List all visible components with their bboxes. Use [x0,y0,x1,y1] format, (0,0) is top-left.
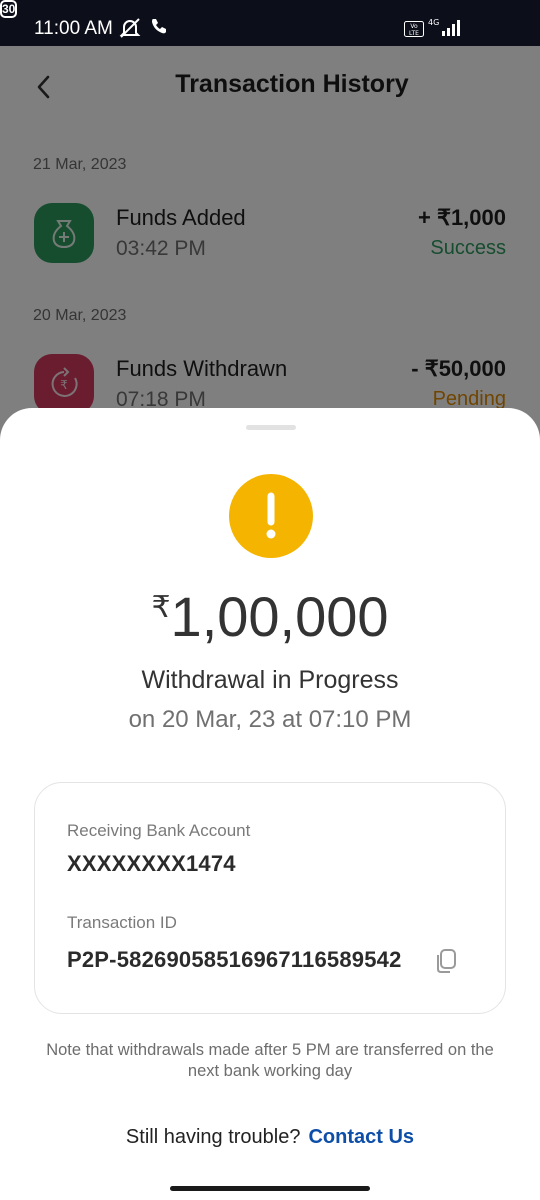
exclamation-icon [229,474,313,558]
currency-symbol: ₹ [151,591,171,624]
bank-account-label: Receiving Bank Account [67,821,251,840]
signal-icon: 4G [428,18,462,43]
battery-icon: 30 [0,0,18,18]
mute-bell-icon [118,17,142,44]
transaction-id-value: P2P-58269058516967116589542 [67,947,402,972]
svg-text:LTE: LTE [409,30,419,37]
withdrawal-details-sheet: ₹1,00,000 Withdrawal in Progress on 20 M… [0,408,540,1200]
withdrawal-amount: ₹1,00,000 [0,584,540,649]
details-card: Receiving Bank Account XXXXXXXX1474 Tran… [34,782,506,1014]
status-title: Withdrawal in Progress [141,666,399,694]
help-text: Still having trouble? [125,1126,301,1148]
svg-text:4G: 4G [428,18,439,27]
bank-account-value: XXXXXXXX1474 [67,851,236,876]
status-date: on 20 Mar, 23 at 07:10 PM [128,706,412,733]
amount-value: 1,00,000 [170,585,389,648]
transaction-id-label: Transaction ID [67,913,177,932]
status-time: 11:00 AM [34,18,113,39]
contact-us-link[interactable]: Contact Us [308,1126,414,1148]
svg-text:Vo: Vo [410,23,418,30]
volte-icon: Vo LTE [404,21,424,42]
help-row: Still having trouble? Contact Us [0,1126,540,1149]
note-text: Note that withdrawals made after 5 PM ar… [46,1041,494,1080]
sheet-drag-handle[interactable] [246,425,296,430]
status-bar: 11:00 AM Vo LTE 4G 30 [0,0,540,46]
copy-button[interactable] [433,947,459,975]
copy-icon [437,949,456,973]
home-indicator[interactable] [170,1186,370,1191]
phone-icon [150,17,168,40]
